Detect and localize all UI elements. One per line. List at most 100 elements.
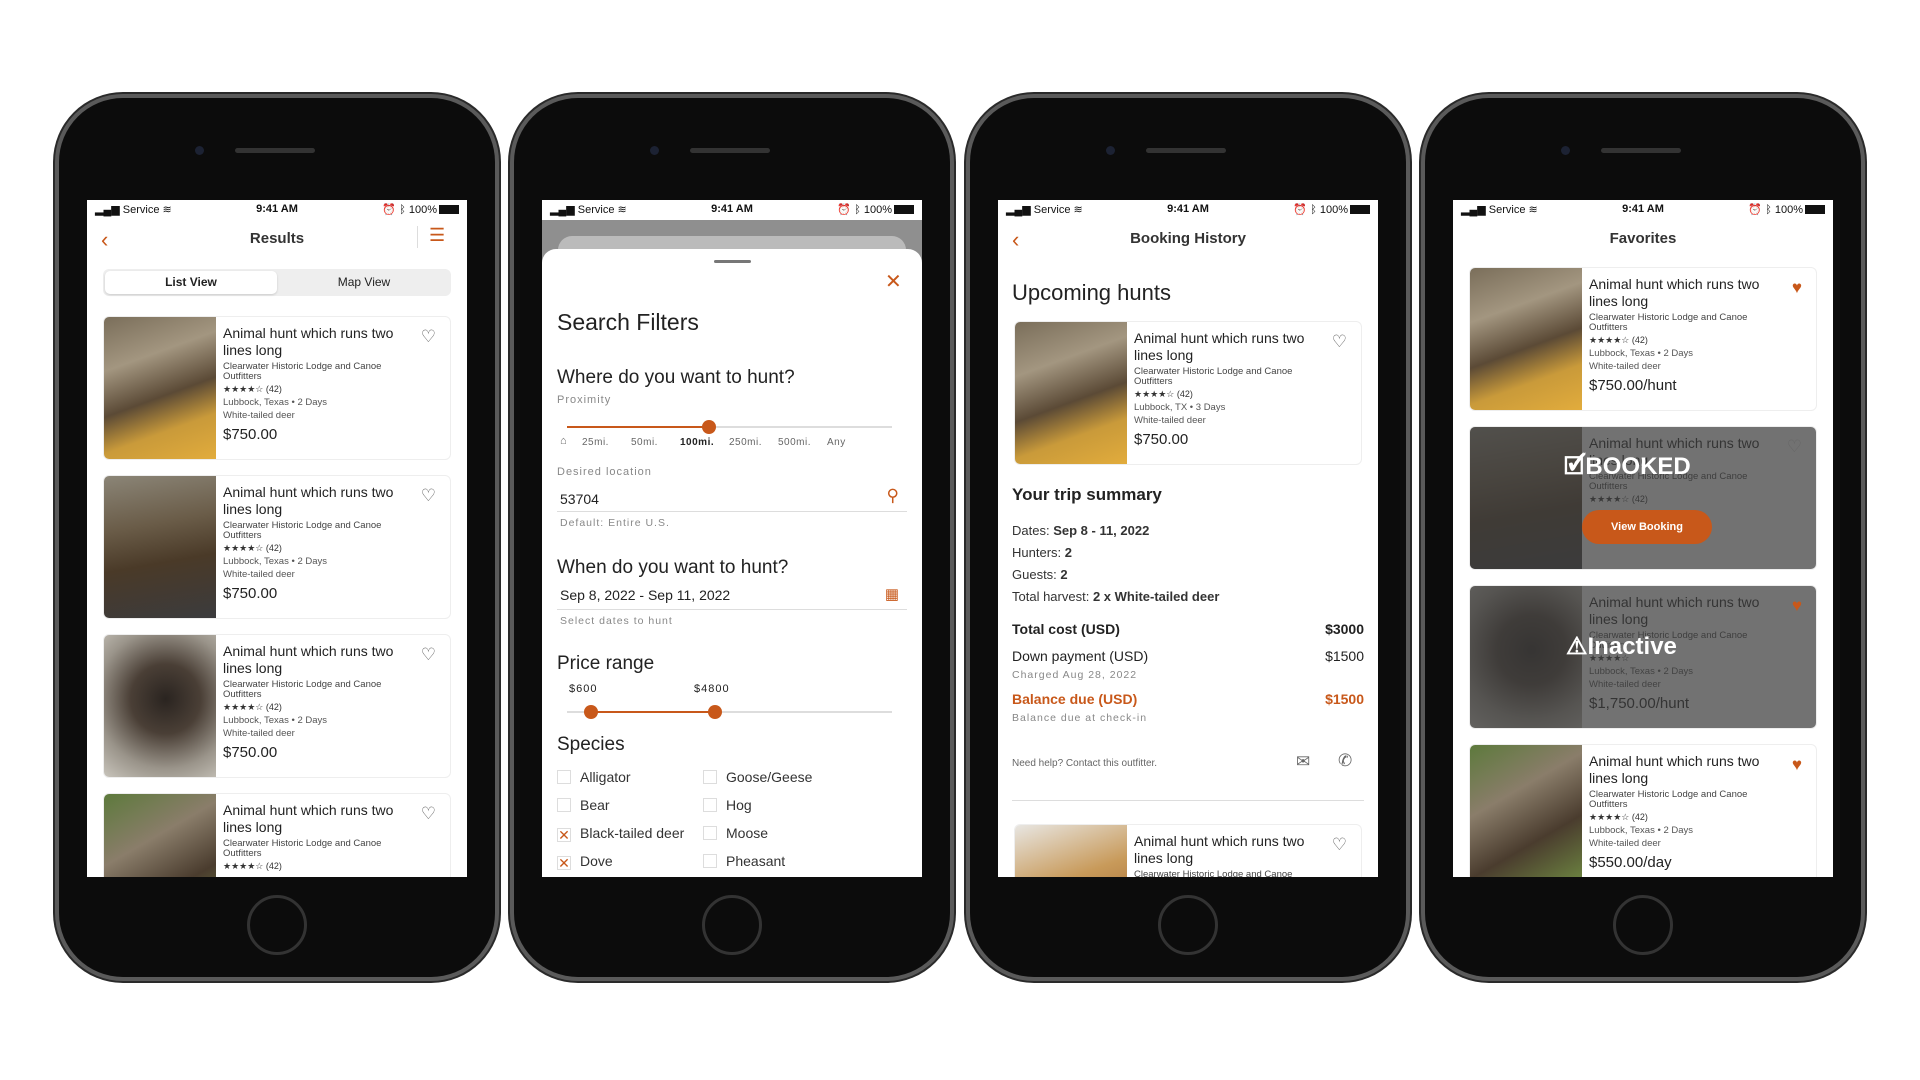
tab-list-view[interactable]: List View	[105, 271, 277, 294]
guests-value: 2	[1060, 567, 1068, 582]
camera	[650, 146, 659, 155]
hunt-card[interactable]: Animal hunt which runs two lines long Cl…	[103, 475, 451, 619]
hunt-card[interactable]: Animal hunt which runs two lines long Cl…	[1469, 426, 1817, 570]
speaker	[690, 148, 770, 153]
hunt-title: Animal hunt which runs two lines long	[223, 802, 394, 835]
review-count: (42)	[265, 384, 282, 394]
camera	[1561, 146, 1570, 155]
outfitter-name: Clearwater Historic Lodge and Canoe	[1134, 869, 1293, 878]
hunters-label: Hunters:	[1012, 545, 1062, 560]
dates-input[interactable]: Sep 8, 2022 - Sep 11, 2022 ▦	[557, 581, 907, 610]
heart-filled-icon[interactable]: ♥	[1792, 596, 1802, 616]
species: White-tailed deer	[1589, 838, 1661, 849]
phone-icon[interactable]: ✆	[1338, 751, 1352, 771]
proximity-thumb[interactable]	[702, 420, 716, 434]
hunt-card[interactable]: Animal hunt which runs two lines long Cl…	[1469, 267, 1817, 411]
heart-outline-icon[interactable]: ♡	[421, 645, 436, 665]
mail-icon[interactable]: ✉	[1296, 752, 1310, 772]
bluetooth-icon: ᛒ	[854, 204, 861, 216]
card-body: Animal hunt which runs two lines long Cl…	[223, 802, 420, 877]
home-button[interactable]	[702, 895, 762, 955]
home-button[interactable]	[1158, 895, 1218, 955]
proximity-option[interactable]: 100mi.	[680, 437, 714, 448]
species-checkbox[interactable]: ✕ Dove	[557, 853, 613, 870]
price: $750.00	[223, 744, 278, 761]
heart-outline-icon[interactable]: ♡	[421, 486, 436, 506]
page-title: Favorites	[1609, 230, 1677, 247]
species-checkbox[interactable]: Goose/Geese	[703, 769, 812, 785]
species-checkbox[interactable]: Pheasant	[703, 853, 785, 869]
review-count: (42)	[265, 702, 282, 712]
price-max-thumb[interactable]	[708, 705, 722, 719]
map-pin-icon[interactable]: ⚲	[887, 486, 899, 506]
hunt-title: Animal hunt which runs two lines long	[1589, 276, 1760, 309]
stars-icon: ★★★★☆	[1589, 335, 1630, 345]
status-bar: ▂▄▆ Service ≋ 9:41 AM ⏰ ᛒ 100%	[1453, 200, 1833, 220]
tab-map-view[interactable]: Map View	[279, 271, 449, 294]
species-label: Bear	[580, 797, 610, 813]
down-label: Down payment (USD)	[1012, 648, 1149, 664]
close-icon[interactable]: ✕	[885, 269, 902, 294]
hunt-card[interactable]: Animal hunt which runs two lines long Cl…	[1469, 744, 1817, 877]
hunt-photo	[1470, 745, 1582, 877]
hunt-card[interactable]: Animal hunt which runs two lines long Cl…	[103, 793, 451, 877]
heart-filled-icon[interactable]: ♥	[1792, 755, 1802, 775]
proximity-option[interactable]: 50mi.	[631, 437, 658, 448]
view-booking-button[interactable]: View Booking	[1582, 510, 1712, 544]
species-checkbox[interactable]: Moose	[703, 825, 768, 841]
proximity-label: Proximity	[557, 394, 612, 406]
heart-outline-icon[interactable]: ♡	[1332, 835, 1347, 855]
hunt-photo	[104, 476, 216, 618]
location-input[interactable]: 53704 ⚲	[557, 484, 907, 512]
proximity-option[interactable]: 500mi.	[778, 437, 811, 448]
stars-icon: ★★★★☆	[1589, 812, 1630, 822]
bluetooth-icon: ᛒ	[399, 204, 406, 216]
heart-outline-icon[interactable]: ♡	[1332, 332, 1347, 352]
filters-screen: ▂▄▆ Service ≋ 9:41 AM ⏰ ᛒ 100% ✕ Search Fi…	[542, 200, 922, 877]
review-count: (42)	[1631, 335, 1648, 345]
guests-label: Guests:	[1012, 567, 1057, 582]
species-checkbox[interactable]: Hog	[703, 797, 752, 813]
hunt-title: Animal hunt which runs two lines long	[1589, 753, 1760, 786]
species-checkbox[interactable]: ✕ Black-tailed deer	[557, 825, 684, 842]
proximity-option[interactable]: 25mi.	[582, 437, 609, 448]
species-checkbox[interactable]: Alligator	[557, 769, 631, 785]
harvest-label: Total harvest:	[1012, 589, 1090, 604]
location-value: 53704	[560, 491, 599, 507]
proximity-option[interactable]: Any	[827, 437, 846, 448]
hunt-photo	[1470, 268, 1582, 410]
home-button[interactable]	[1613, 895, 1673, 955]
status-bar: ▂▄▆ Service ≋ 9:41 AM ⏰ ᛒ 100%	[998, 200, 1378, 220]
filter-sliders-icon[interactable]: ☰	[429, 225, 445, 246]
proximity-option[interactable]: 250mi.	[729, 437, 762, 448]
drag-handle[interactable]	[714, 260, 751, 263]
price: $750.00/hunt	[1589, 377, 1677, 394]
heart-outline-icon[interactable]: ♡	[421, 804, 436, 824]
stars-icon: ★★★★☆	[1134, 389, 1175, 399]
heart-filled-icon[interactable]: ♥	[1792, 278, 1802, 298]
heart-outline-icon[interactable]: ♡	[1787, 437, 1802, 457]
proximity-track[interactable]	[567, 426, 892, 428]
hunt-card[interactable]: Animal hunt which runs two lines long Cl…	[1014, 824, 1362, 877]
booked-badge: 🗹BOOKED	[1564, 453, 1691, 480]
location-duration: Lubbock, Texas • 2 Days	[1589, 825, 1694, 836]
hunt-card[interactable]: Animal hunt which runs two lines long Cl…	[1469, 585, 1817, 729]
location-duration: Lubbock, Texas • 2 Days	[223, 556, 328, 567]
hunt-card[interactable]: Animal hunt which runs two lines long Cl…	[103, 634, 451, 778]
hunt-card[interactable]: Animal hunt which runs two lines long Cl…	[1014, 321, 1362, 465]
card-body: Animal hunt which runs two lines long Cl…	[223, 484, 420, 602]
checkbox-icon	[703, 826, 717, 840]
price: $750.00	[223, 426, 278, 443]
price: $750.00	[1134, 431, 1189, 448]
hunt-card[interactable]: Animal hunt which runs two lines long Cl…	[103, 316, 451, 460]
where-heading: Where do you want to hunt?	[557, 367, 795, 388]
home-button[interactable]	[247, 895, 307, 955]
species-checkbox[interactable]: Bear	[557, 797, 610, 813]
price-min-thumb[interactable]	[584, 705, 598, 719]
hunt-title: Animal hunt which runs two lines long	[223, 325, 394, 358]
heart-outline-icon[interactable]: ♡	[421, 327, 436, 347]
calendar-icon[interactable]: ▦	[885, 585, 899, 603]
dates-value: Sep 8, 2022 - Sep 11, 2022	[560, 587, 731, 603]
card-body: Animal hunt which runs two lines long Cl…	[1589, 753, 1786, 871]
calendar-check-icon: 🗹	[1564, 453, 1586, 480]
